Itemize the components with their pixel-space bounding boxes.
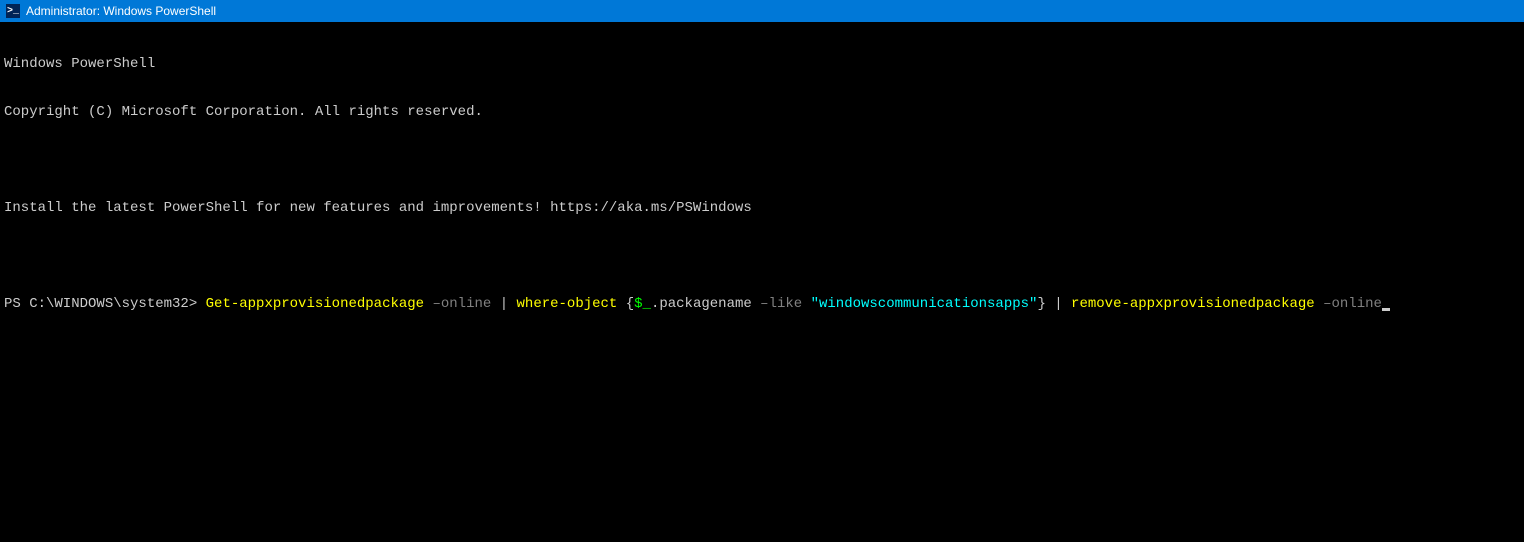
cmd-token-variable: $_ bbox=[634, 296, 651, 312]
prompt-line[interactable]: PS C:\WINDOWS\system32> Get-appxprovisio… bbox=[4, 296, 1520, 312]
blank-line bbox=[4, 248, 1520, 264]
cmd-token-brace: } bbox=[1037, 296, 1045, 312]
cmd-token-string: "windowscommunicationsapps" bbox=[811, 296, 1038, 312]
cmd-token-cmdlet: where-object bbox=[508, 296, 626, 312]
banner-line: Copyright (C) Microsoft Corporation. All… bbox=[4, 104, 1520, 120]
cmd-token-member: .packagename bbox=[651, 296, 760, 312]
window-titlebar[interactable]: >_ Administrator: Windows PowerShell bbox=[0, 0, 1524, 22]
cmd-token-operator: –like bbox=[760, 296, 810, 312]
install-message: Install the latest PowerShell for new fe… bbox=[4, 200, 1520, 216]
cmd-token-pipe: | bbox=[500, 296, 508, 312]
cmd-token-param: –online bbox=[424, 296, 500, 312]
blank-line bbox=[4, 152, 1520, 168]
cmd-token-cmdlet: remove-appxprovisionedpackage bbox=[1063, 296, 1323, 312]
window-title: Administrator: Windows PowerShell bbox=[26, 4, 216, 18]
cmd-token-param: –online bbox=[1323, 296, 1382, 312]
cmd-token-space bbox=[1046, 296, 1054, 312]
terminal-output-area[interactable]: Windows PowerShell Copyright (C) Microso… bbox=[0, 22, 1524, 330]
prompt-text: PS C:\WINDOWS\system32> bbox=[4, 296, 206, 312]
cursor bbox=[1382, 308, 1390, 311]
cmd-token-pipe: | bbox=[1054, 296, 1062, 312]
powershell-icon: >_ bbox=[6, 4, 20, 18]
cmd-token-cmdlet: Get-appxprovisionedpackage bbox=[206, 296, 424, 312]
banner-line: Windows PowerShell bbox=[4, 56, 1520, 72]
cmd-token-brace: { bbox=[626, 296, 634, 312]
